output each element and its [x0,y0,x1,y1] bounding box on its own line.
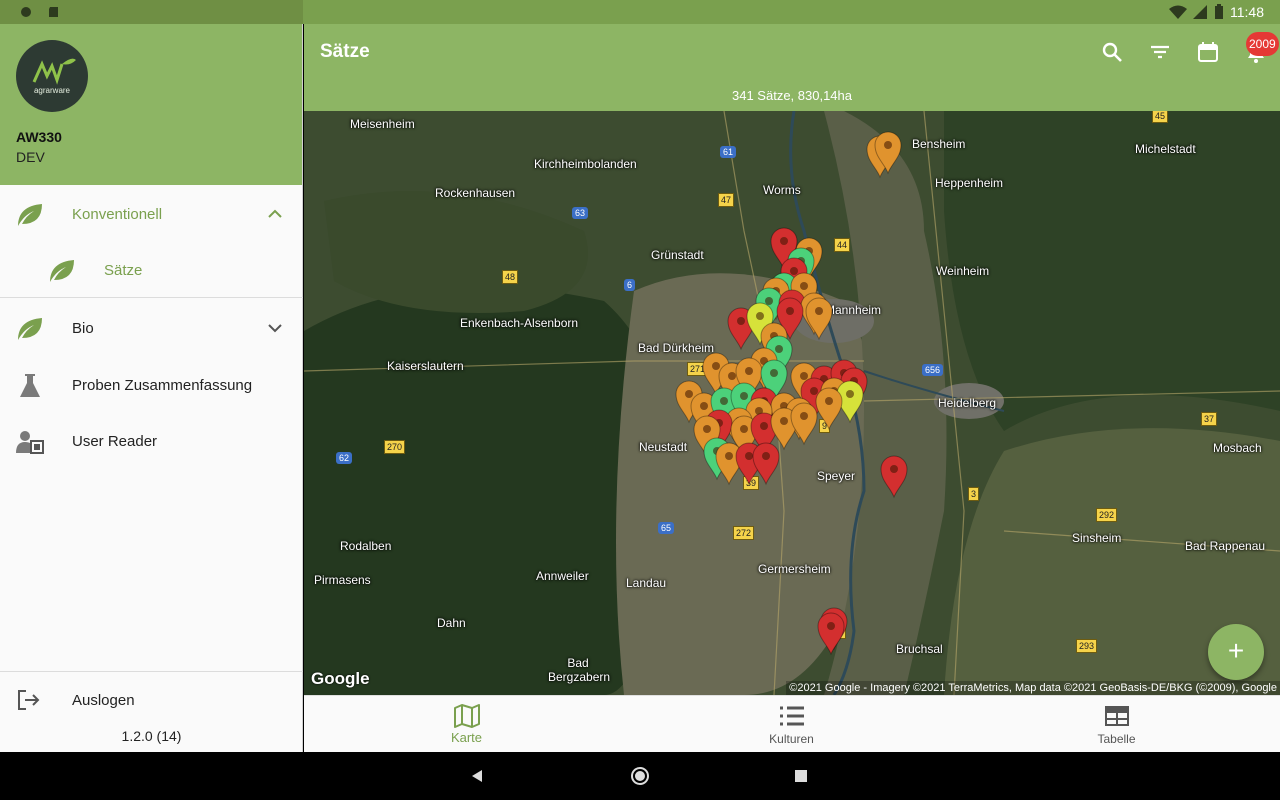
status-time: 11:48 [1230,4,1264,20]
map-attribution: ©2021 Google - Imagery ©2021 TerraMetric… [786,681,1280,695]
leaf-icon [50,260,74,282]
home-icon[interactable] [630,766,650,786]
drawer-item-label: Sätze [104,261,143,279]
divider [0,297,303,298]
tab-label: Tabelle [1097,732,1136,746]
logout-icon [18,690,40,710]
google-logo: Google [311,669,370,688]
flask-icon [20,374,40,397]
field-marker[interactable] [817,612,845,656]
drawer-item-label: Konventionell [72,205,163,223]
drawer-item-proben[interactable]: Proben Zusammenfassung [0,357,303,413]
back-icon[interactable] [470,769,484,783]
map-view[interactable]: Meisenheim Kirchheimbolanden Rockenhause… [304,111,1280,695]
page-title: Sätze [320,41,370,62]
tab-kulturen[interactable]: Kulturen [629,696,954,753]
list-icon [780,706,804,726]
app-bar: Sätze 2009 [304,24,1280,80]
field-marker[interactable] [815,387,843,431]
field-marker[interactable] [752,442,780,486]
field-markers-layer [675,131,908,656]
drawer-item-label: Proben Zusammenfassung [72,376,253,394]
navigation-drawer: agrarware AW330 DEV Konventionell Sätze … [0,24,303,752]
battery-icon [1215,4,1223,19]
recents-icon[interactable] [795,770,807,782]
app-version: 1.2.0 (14) [121,728,182,744]
signal-icon [1193,5,1207,19]
tab-tabelle[interactable]: Tabelle [954,696,1279,753]
field-marker[interactable] [880,455,908,499]
status-bar: 11:48 [0,0,1280,24]
drawer-item-label: Bio [72,319,94,337]
tab-label: Karte [450,730,483,745]
notification-badge[interactable]: 2009 [1246,32,1279,56]
system-navigation-bar [0,752,1280,800]
field-marker[interactable] [790,402,818,446]
map-icon [454,704,480,728]
logout-button[interactable]: Auslogen [0,672,303,728]
drawer-item-konventionell[interactable]: Konventionell [0,186,303,242]
bottom-navigation: Karte Kulturen Tabelle [304,695,1280,752]
drawer-item-bio[interactable]: Bio [0,300,303,356]
search-icon[interactable] [1100,40,1124,64]
chevron-down-icon[interactable] [267,320,283,336]
filter-icon[interactable] [1148,40,1172,64]
logo-text: agrarware [33,86,70,95]
tab-karte[interactable]: Karte [304,696,629,753]
user-card-icon [16,431,44,454]
calendar-icon[interactable] [1196,40,1220,64]
leaf-icon [18,318,42,340]
wifi-icon [1169,5,1187,19]
summary-bar: 341 Sätze, 830,14ha [304,80,1280,111]
status-dot-icon [21,7,31,17]
account-environment: DEV [16,149,45,165]
logout-label: Auslogen [72,691,135,709]
tab-label: Kulturen [769,732,814,746]
sd-card-icon [49,7,58,17]
status-bar-right: 11:48 [303,0,1280,24]
field-marker[interactable] [805,297,833,341]
drawer-item-user-reader[interactable]: User Reader [0,413,303,469]
drawer-header: agrarware AW330 DEV [0,24,302,185]
drawer-item-label: User Reader [72,432,158,450]
drawer-item-saetze[interactable]: Sätze [0,242,303,298]
agrarware-logo-icon [32,58,76,85]
chevron-up-icon[interactable] [267,206,283,222]
leaf-icon [18,204,42,226]
table-icon [1105,706,1129,726]
agrarware-logo-avatar: agrarware [16,40,88,112]
status-bar-left [0,0,303,24]
add-field-button[interactable]: + [1208,624,1264,680]
account-name: AW330 [16,129,62,145]
